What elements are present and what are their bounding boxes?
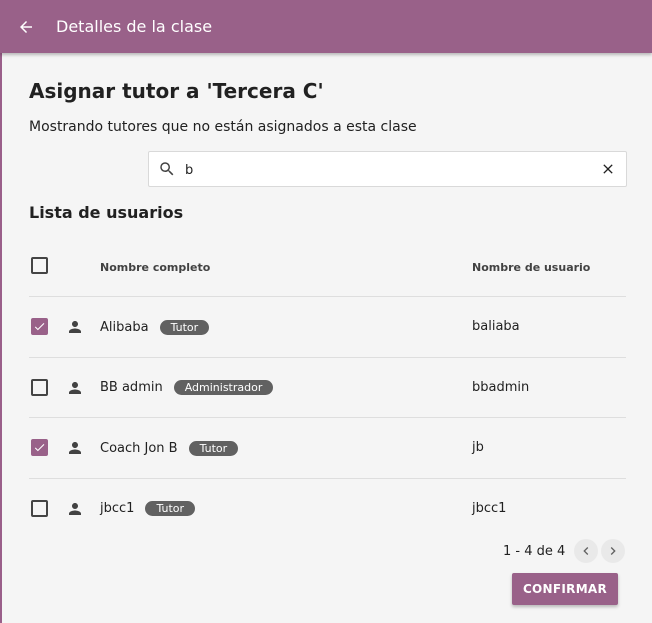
username-cell: baliaba xyxy=(472,319,520,334)
user-full-name: Coach Jon B xyxy=(100,440,178,456)
person-icon xyxy=(69,321,81,333)
table-row: jbcc1 Tutor jbcc1 xyxy=(29,479,626,540)
pagination-range: 1 - 4 de 4 xyxy=(503,543,566,559)
user-full-name: BB admin xyxy=(100,380,163,395)
row-checkbox[interactable] xyxy=(31,378,48,396)
search-input[interactable] xyxy=(185,159,585,181)
column-header-full-name: Nombre completo xyxy=(100,261,211,274)
full-name-cell: Coach Jon B Tutor xyxy=(100,439,239,457)
username-cell: jbcc1 xyxy=(472,500,507,516)
search-box xyxy=(148,151,627,187)
close-icon[interactable] xyxy=(600,161,616,177)
user-table: Nombre completo Nombre de usuario Alibab… xyxy=(29,235,626,539)
full-name-cell: BB admin Administrador xyxy=(100,379,274,397)
app-bar-title: Detalles de la clase xyxy=(56,17,213,36)
person-icon xyxy=(69,381,81,394)
row-checkbox[interactable] xyxy=(31,439,48,456)
chevron-left-icon xyxy=(583,547,589,555)
check-icon xyxy=(34,323,45,331)
table-row: Coach Jon B Tutor jb xyxy=(29,418,626,479)
search-icon xyxy=(160,162,174,176)
back-button[interactable] xyxy=(14,15,38,39)
chevron-right-icon xyxy=(611,547,616,555)
person-icon xyxy=(69,442,81,454)
pagination: 1 - 4 de 4 xyxy=(503,539,626,563)
full-name-cell: Alibaba Tutor xyxy=(100,318,210,336)
previous-page-button[interactable] xyxy=(574,539,599,563)
role-badge: Administrador xyxy=(173,380,274,395)
arrow-left-icon xyxy=(20,20,32,33)
confirm-button[interactable]: CONFIRMAR xyxy=(512,573,618,605)
app-bar: Detalles de la clase xyxy=(0,0,652,53)
column-header-username: Nombre de usuario xyxy=(472,261,591,274)
row-checkbox[interactable] xyxy=(31,499,48,517)
role-badge: Tutor xyxy=(145,501,196,516)
user-full-name: jbcc1 xyxy=(100,501,135,516)
role-badge: Tutor xyxy=(188,440,239,456)
role-badge: Tutor xyxy=(159,319,210,335)
person-icon xyxy=(69,502,81,515)
main-content: Asignar tutor a 'Tercera C' Mostrando tu… xyxy=(0,53,652,623)
username-cell: bbadmin xyxy=(472,379,530,395)
select-all-checkbox[interactable] xyxy=(31,257,48,274)
table-row: Alibaba Tutor baliaba xyxy=(29,297,626,358)
table-row: BB admin Administrador bbadmin xyxy=(29,358,626,418)
page-subtitle: Mostrando tutores que no están asignados… xyxy=(29,119,417,135)
row-checkbox[interactable] xyxy=(31,318,48,335)
full-name-cell: jbcc1 Tutor xyxy=(100,500,196,518)
next-page-button[interactable] xyxy=(601,539,626,563)
page-title: Asignar tutor a 'Tercera C' xyxy=(29,79,324,103)
username-cell: jb xyxy=(472,440,484,455)
table-header: Nombre completo Nombre de usuario xyxy=(29,235,626,297)
check-icon xyxy=(34,444,45,452)
user-full-name: Alibaba xyxy=(100,319,149,335)
user-list-title: Lista de usuarios xyxy=(29,203,184,222)
